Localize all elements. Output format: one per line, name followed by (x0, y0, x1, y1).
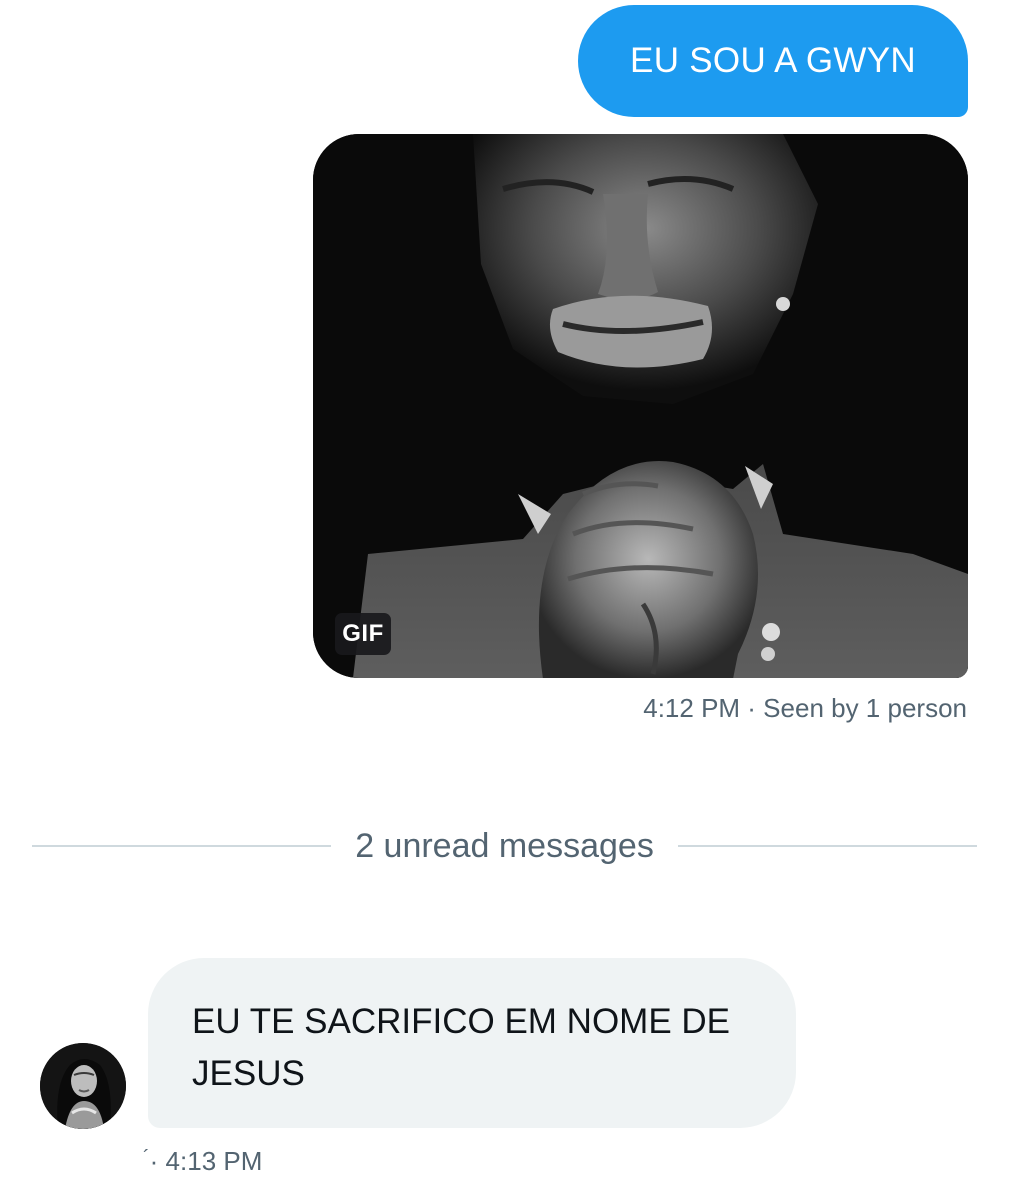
sender-name: ´ (143, 1147, 150, 1169)
received-message-line-1: EU TE SACRIFICO EM NOME DE (192, 1002, 731, 1041)
sent-message-text: EU SOU A GWYN (630, 41, 916, 80)
gif-badge: GIF (335, 613, 391, 655)
user-avatar-photo (40, 1043, 126, 1129)
divider-line-left (32, 845, 332, 847)
received-message-bubble[interactable]: EU TE SACRIFICO EM NOME DE JESUS (148, 958, 796, 1128)
sent-message-status: 4:12 PM · Seen by 1 person (643, 693, 967, 723)
sent-message-bubble[interactable]: EU SOU A GWYN (578, 5, 968, 117)
received-message-line-2: JESUS (192, 1053, 305, 1093)
received-message-time: · 4:13 PM (149, 1146, 263, 1176)
received-message-meta: ´· 4:13 PM (143, 1146, 262, 1177)
divider-line-right (677, 845, 978, 847)
unread-count-label: 2 unread messages (355, 826, 654, 865)
unread-divider: 2 unread messages (32, 818, 978, 874)
user-avatar[interactable] (40, 1043, 126, 1129)
sent-gif[interactable]: GIF (313, 134, 968, 678)
gif-image (313, 134, 968, 678)
